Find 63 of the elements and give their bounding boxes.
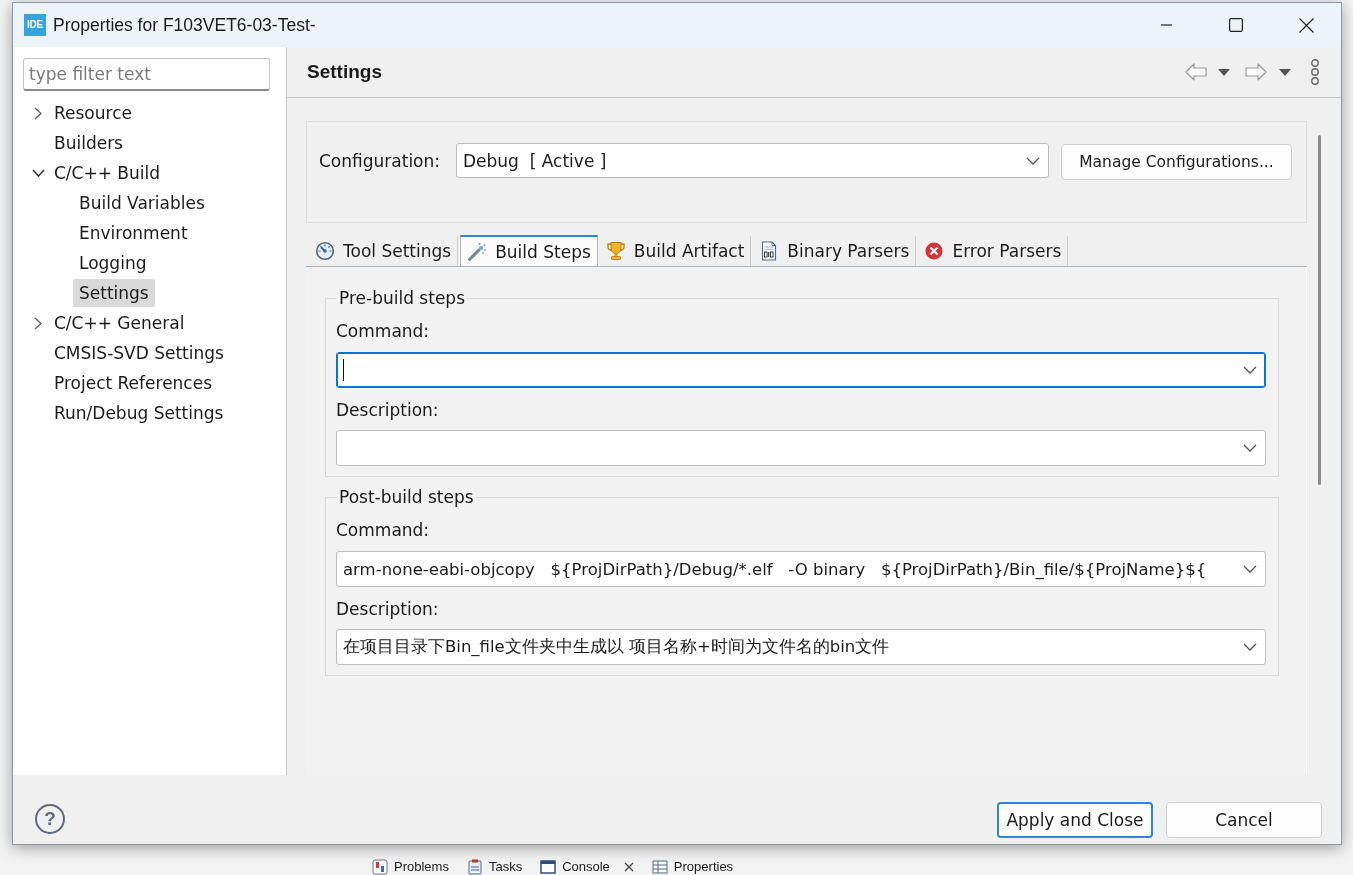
tree-item[interactable]: Environment (73, 219, 194, 247)
view-tab[interactable]: Console (540, 859, 634, 875)
tab[interactable]: Error Parsers (918, 236, 1069, 266)
tree-item[interactable]: Logging (73, 249, 153, 277)
group-title: Post-build steps (338, 486, 475, 509)
forward-arrow-icon[interactable] (1245, 63, 1267, 81)
tab[interactable]: Binary Parsers (753, 236, 917, 266)
dropdown-caret-icon[interactable] (1218, 68, 1230, 76)
group-title: Pre-build steps (338, 287, 466, 310)
field-label: Command: (336, 519, 431, 542)
chevron-down-icon (1026, 156, 1040, 165)
tree-item[interactable]: Settings (73, 279, 155, 307)
chevron-down-icon (1243, 565, 1257, 573)
description-field[interactable] (336, 430, 1266, 466)
tab[interactable]: Tool Settings (309, 236, 459, 266)
configuration-dropdown[interactable]: Debug [ Active ] (456, 143, 1049, 178)
tab[interactable]: Build Artifact (599, 236, 752, 266)
view-tab[interactable]: Problems (372, 859, 449, 875)
back-arrow-icon[interactable] (1185, 63, 1207, 81)
tree-item[interactable]: Resource (48, 99, 138, 127)
chevron-down-icon (1243, 444, 1257, 452)
window-title: Properties for F103VET6-03-Test- (53, 14, 316, 36)
field-label: Configuration: (319, 150, 442, 173)
close-icon[interactable] (623, 862, 634, 872)
filter-field[interactable]: type filter text (23, 58, 270, 91)
gauge-icon (315, 241, 335, 261)
field-label: Command: (336, 320, 431, 343)
tree-item[interactable]: Build Variables (73, 189, 211, 217)
chevron-right-icon[interactable] (34, 316, 42, 330)
scrollbar[interactable] (1318, 135, 1321, 485)
view-tab[interactable]: Properties (651, 859, 734, 875)
wand-icon (467, 241, 488, 262)
help-button[interactable]: ? (35, 804, 65, 834)
apply-button[interactable]: Apply and Close (997, 802, 1153, 838)
text-cursor-icon (343, 359, 344, 381)
page-title: Settings (307, 61, 382, 83)
tree-item[interactable]: Builders (48, 129, 129, 157)
chevron-right-icon[interactable] (34, 106, 42, 120)
app-logo: IDE (24, 14, 46, 36)
dropdown-caret-icon[interactable] (1279, 68, 1291, 76)
description-field[interactable]: 在项目目录下Bin_file文件夹中生成以 项目名称+时间为文件名的bin文件 (336, 629, 1266, 665)
tree-item[interactable]: C/C++ General (48, 309, 191, 337)
close-icon (1298, 17, 1314, 33)
tree-item[interactable]: CMSIS-SVD Settings (48, 339, 230, 367)
view-tab[interactable]: Tasks (466, 859, 523, 875)
chevron-down-icon (1243, 643, 1257, 651)
tree-item[interactable]: Project References (48, 369, 219, 397)
command-field[interactable] (336, 352, 1266, 388)
field-label: Description: (336, 399, 440, 422)
trophy-icon (605, 241, 626, 261)
cancel-button[interactable]: Cancel (1166, 802, 1322, 838)
tab[interactable]: Build Steps (460, 235, 598, 266)
command-field[interactable]: arm-none-eabi-objcopy ${ProjDirPath}/Debug/*.elf -O binary ${ProjDirPath}/Bin_file/${ProjName}${ (336, 551, 1266, 587)
tree-item[interactable]: C/C++ Build (48, 159, 167, 187)
more-options-icon[interactable] (1310, 59, 1320, 85)
minimize-icon (1160, 24, 1172, 26)
chevron-down-icon (1243, 366, 1257, 374)
maximize-icon (1229, 18, 1243, 32)
error-icon (924, 241, 945, 261)
manage-configurations-button[interactable]: Manage Configurations... (1061, 144, 1292, 180)
field-label: Description: (336, 598, 440, 621)
chevron-down-icon[interactable] (31, 169, 45, 177)
tree-item[interactable]: Run/Debug Settings (48, 399, 230, 427)
